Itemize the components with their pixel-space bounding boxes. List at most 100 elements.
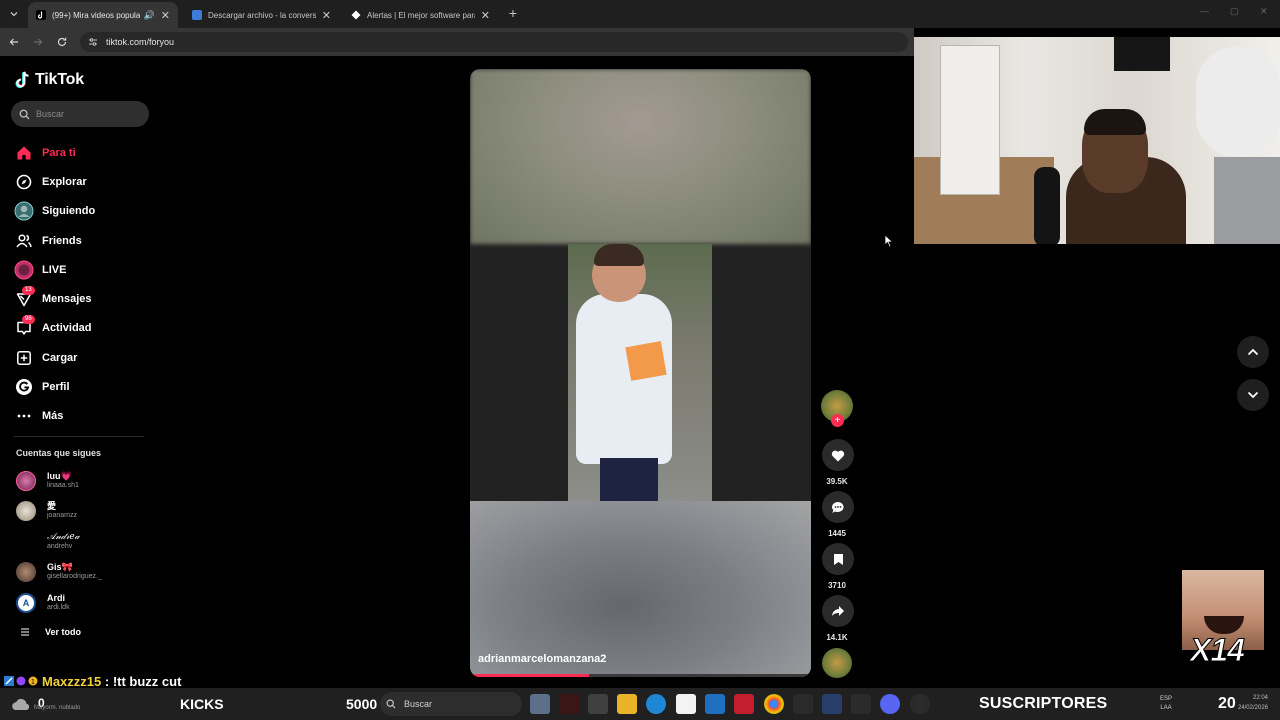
tab-title: Descargar archivo - la conversión xyxy=(208,10,316,20)
close-window-icon[interactable]: ✕ xyxy=(1260,6,1268,17)
video-player[interactable]: adrianmarcelomanzana2 xyxy=(470,69,811,677)
nav-item-mensajes[interactable]: 13 Mensajes xyxy=(14,284,154,313)
nav-item-live[interactable]: LIVE xyxy=(14,255,154,284)
account-handle: ardi.ldk xyxy=(47,604,70,611)
site-settings-icon[interactable] xyxy=(88,37,98,47)
nav-label: Explorar xyxy=(42,175,87,188)
nav-label: Actividad xyxy=(42,322,92,335)
discord-icon[interactable] xyxy=(880,694,900,714)
nav-label: Más xyxy=(42,410,64,423)
obs-icon[interactable] xyxy=(910,694,930,714)
following-account[interactable]: 𝒜𝓃𝒹𝓇𝑒𝒶 andrehv xyxy=(16,528,80,556)
browser-tab[interactable]: Descargar archivo - la conversión ✕ xyxy=(184,2,339,28)
app-icon[interactable] xyxy=(822,694,842,714)
video-author[interactable]: adrianmarcelomanzana2 xyxy=(478,653,606,665)
forward-button[interactable] xyxy=(30,34,46,50)
nav-item-explorar[interactable]: Explorar xyxy=(14,167,154,196)
avatar xyxy=(16,471,36,491)
home-icon xyxy=(14,143,34,163)
tiktok-logo-icon xyxy=(15,71,29,88)
minimize-icon[interactable]: — xyxy=(1200,6,1209,16)
back-button[interactable] xyxy=(6,34,22,50)
file-explorer-icon[interactable] xyxy=(617,694,637,714)
nav-item-siguiendo[interactable]: Siguiendo xyxy=(14,197,154,226)
see-all-label: Ver todo xyxy=(45,627,82,637)
app-icon[interactable] xyxy=(851,694,871,714)
video-progress-bar[interactable] xyxy=(470,674,811,677)
speaker-icon[interactable]: 🔊 xyxy=(144,10,155,21)
sidebar-divider xyxy=(14,436,144,437)
avatar xyxy=(16,532,36,552)
chrome-icon[interactable] xyxy=(764,694,784,714)
nav-item-para-ti[interactable]: Para ti xyxy=(14,138,154,167)
more-icon xyxy=(14,406,34,426)
nav-item-actividad[interactable]: 96 Actividad xyxy=(14,314,154,343)
following-account[interactable]: 愛 joanamzz xyxy=(16,497,77,525)
address-bar[interactable]: tiktok.com/foryou xyxy=(80,32,908,52)
system-clock[interactable]: 22:04 24/02/2026 xyxy=(1226,693,1268,713)
nav-item-cargar[interactable]: Cargar xyxy=(14,343,154,372)
share-button[interactable] xyxy=(822,595,854,627)
edge-icon[interactable] xyxy=(646,694,666,714)
chevron-up-icon xyxy=(1247,348,1259,356)
tiktok-logo[interactable]: TikTok xyxy=(15,71,84,89)
chat-separator: : xyxy=(101,673,113,689)
reload-button[interactable] xyxy=(54,34,70,50)
clock-time: 22:04 xyxy=(1252,695,1268,701)
epic-games-icon[interactable] xyxy=(793,694,813,714)
app-icon[interactable] xyxy=(559,694,579,714)
nav-item-mas[interactable]: Más xyxy=(14,402,154,431)
see-all-link[interactable]: Ver todo xyxy=(20,627,81,637)
video-frame xyxy=(568,244,712,501)
nav-item-perfil[interactable]: Perfil xyxy=(14,372,154,401)
save-button[interactable] xyxy=(822,543,854,575)
profile-icon xyxy=(14,377,34,397)
account-handle: joanamzz xyxy=(47,512,77,519)
mail-icon[interactable] xyxy=(705,694,725,714)
account-handle: andrehv xyxy=(47,543,73,550)
store-icon[interactable] xyxy=(676,694,696,714)
taskbar: 0 Mayorm. nublado KICKS 5000 Buscar SUSC… xyxy=(0,688,1280,720)
new-tab-button[interactable]: + xyxy=(504,4,522,22)
app-icon[interactable] xyxy=(588,694,608,714)
nav-label: Cargar xyxy=(42,351,78,364)
account-name: Ardi xyxy=(47,593,65,603)
weather-widget[interactable] xyxy=(8,692,168,716)
search-input[interactable]: Buscar xyxy=(11,101,149,127)
following-account[interactable]: Gis🎀 gisellarodriguez._ xyxy=(16,558,102,586)
follow-plus-icon[interactable]: + xyxy=(831,414,844,427)
weather-text: Mayorm. nublado xyxy=(34,705,81,711)
following-account[interactable]: A Ardi ardi.ldk xyxy=(16,589,70,617)
close-tab-icon[interactable]: ✕ xyxy=(161,9,170,22)
screen: (99+) Mira videos populares 🔊 ✕ Descarga… xyxy=(0,0,1280,720)
badge-icon xyxy=(4,676,14,686)
tab-search-button[interactable] xyxy=(4,4,24,24)
next-video-button[interactable] xyxy=(1237,379,1269,411)
arrow-right-icon xyxy=(34,38,43,46)
like-count: 39.5K xyxy=(826,477,848,486)
chevron-down-icon xyxy=(10,12,18,17)
emote-multiplier: X14 xyxy=(1190,632,1246,669)
nav-label: Para ti xyxy=(42,146,76,159)
account-name: 𝒜𝓃𝒹𝓇𝑒𝒶 xyxy=(47,532,80,542)
voicemeeter-icon[interactable] xyxy=(734,694,754,714)
nav-item-friends[interactable]: Friends xyxy=(14,226,154,255)
close-tab-icon[interactable]: ✕ xyxy=(322,9,331,22)
browser-tab[interactable]: Alertas | El mejor software para ✕ xyxy=(343,2,498,28)
previous-video-button[interactable] xyxy=(1237,336,1269,368)
like-button[interactable] xyxy=(822,439,854,471)
comment-button[interactable] xyxy=(822,491,854,523)
close-tab-icon[interactable]: ✕ xyxy=(481,9,490,22)
webcam-door xyxy=(940,45,1000,195)
language-indicator[interactable]: ESP LAA xyxy=(1160,695,1172,713)
alerts-favicon-icon xyxy=(351,10,361,20)
taskbar-search[interactable]: Buscar xyxy=(380,692,522,716)
music-disc-icon[interactable] xyxy=(822,648,852,678)
taskview-icon[interactable] xyxy=(530,694,550,714)
browser-tab[interactable]: (99+) Mira videos populares 🔊 ✕ xyxy=(28,2,178,28)
maximize-icon[interactable]: ▢ xyxy=(1230,6,1239,17)
following-account[interactable]: luu💗 linaaa.sh1 xyxy=(16,467,79,495)
upload-icon xyxy=(14,348,34,368)
comment-icon xyxy=(832,501,844,513)
arrow-left-icon xyxy=(9,38,18,46)
